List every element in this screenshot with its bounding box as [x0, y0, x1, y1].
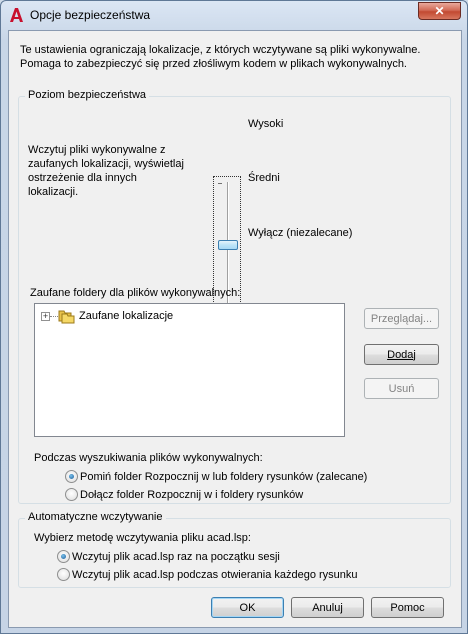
load-every-drawing-label[interactable]: Wczytuj plik acad.lsp podczas otwierania…: [72, 569, 358, 581]
security-options-dialog: Opcje bezpieczeństwa ✕ Te ustawienia ogr…: [0, 0, 468, 634]
skip-startin-radio[interactable]: [65, 470, 78, 483]
cancel-button[interactable]: Anuluj: [291, 597, 364, 618]
tree-expand-icon[interactable]: +: [41, 312, 50, 321]
add-button[interactable]: Dodaj: [364, 344, 439, 365]
trusted-folders-label: Zaufane foldery dla plików wykonywalnych…: [30, 287, 241, 299]
intro-text: Te ustawienia ograniczają lokalizacje, z…: [20, 44, 421, 70]
load-method-label: Wybierz metodę wczytywania pliku acad.ls…: [34, 532, 251, 544]
remove-button[interactable]: Usuń: [364, 378, 439, 399]
browse-button[interactable]: Przeglądaj...: [364, 308, 439, 329]
slider-thumb[interactable]: [218, 240, 238, 250]
folder-icon: [58, 308, 76, 327]
autoload-legend: Automatyczne wczytywanie: [25, 511, 166, 523]
security-level-description: Wczytuj pliki wykonywalne z zaufanych lo…: [28, 144, 184, 198]
slider-tick: [218, 183, 222, 184]
autoload-group: Automatyczne wczytywanie Wybierz metodę …: [18, 511, 451, 588]
tree-item-trusted-locations[interactable]: Zaufane lokalizacje: [79, 310, 173, 322]
load-every-drawing-radio[interactable]: [57, 568, 70, 581]
title-bar[interactable]: Opcje bezpieczeństwa ✕: [1, 1, 467, 29]
tree-connector: [50, 316, 58, 317]
security-level-group: Poziom bezpieczeństwa Wczytuj pliki wyko…: [18, 89, 451, 504]
include-startin-radio[interactable]: [65, 488, 78, 501]
autocad-logo-icon: [8, 7, 24, 23]
close-icon: ✕: [434, 4, 445, 18]
trusted-folders-tree[interactable]: + Zaufane lokalizacje: [34, 303, 345, 437]
search-label: Podczas wyszukiwania plików wykonywalnyc…: [34, 452, 263, 464]
load-once-label[interactable]: Wczytuj plik acad.lsp raz na początku se…: [72, 551, 280, 563]
level-label-medium: Średni: [248, 172, 280, 184]
include-startin-label[interactable]: Dołącz folder Rozpocznij w i foldery rys…: [80, 489, 303, 501]
dialog-body: Te ustawienia ograniczają lokalizacje, z…: [8, 30, 462, 628]
help-button[interactable]: Pomoc: [371, 597, 444, 618]
ok-button[interactable]: OK: [211, 597, 284, 618]
level-label-high: Wysoki: [248, 118, 284, 130]
close-button[interactable]: ✕: [418, 2, 461, 20]
security-level-legend: Poziom bezpieczeństwa: [25, 89, 150, 101]
window-title: Opcje bezpieczeństwa: [30, 8, 151, 22]
load-once-radio[interactable]: [57, 550, 70, 563]
skip-startin-label[interactable]: Pomiń folder Rozpocznij w lub foldery ry…: [80, 471, 367, 483]
level-label-off: Wyłącz (niezalecane): [248, 227, 353, 239]
